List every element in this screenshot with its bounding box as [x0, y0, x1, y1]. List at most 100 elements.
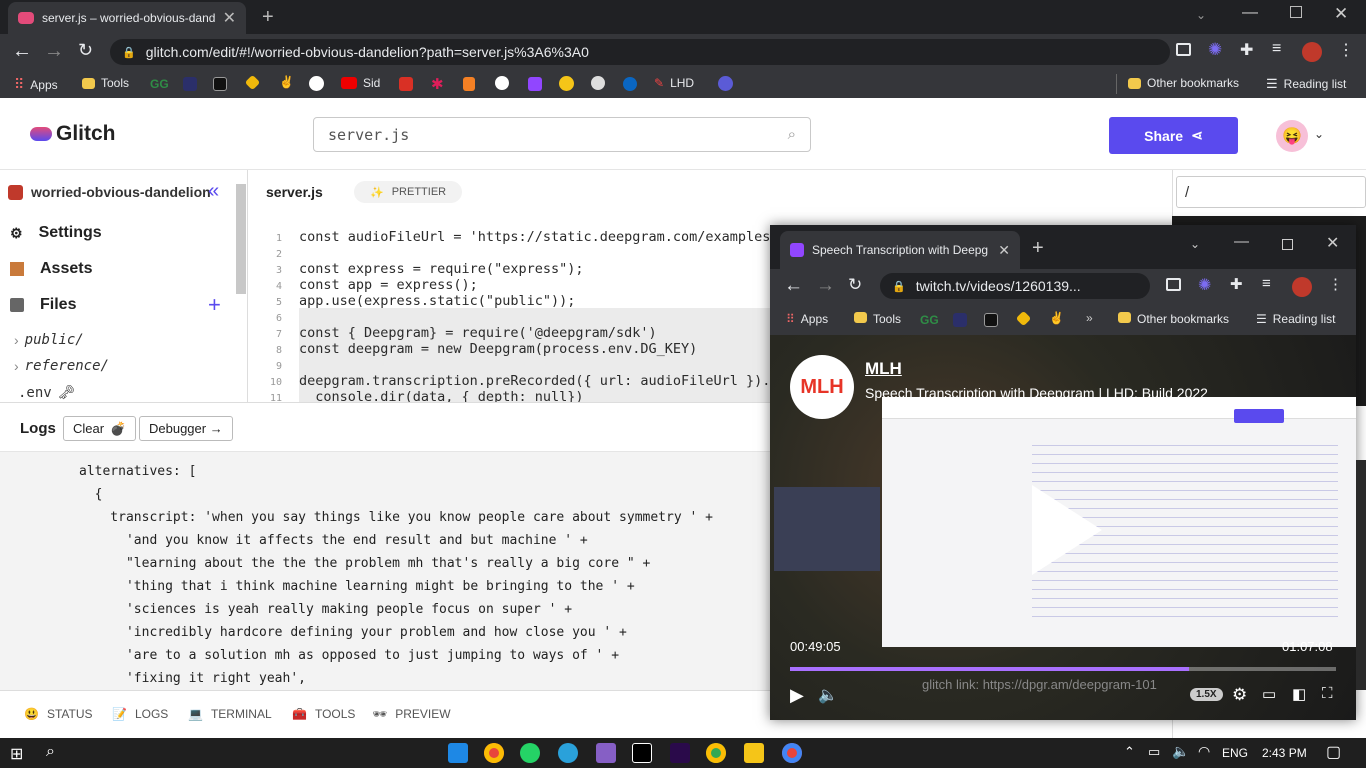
- reading-list[interactable]: ☰ Reading list: [1266, 76, 1346, 92]
- page-scrollbar[interactable]: [1356, 460, 1366, 690]
- premiere-icon[interactable]: [670, 743, 690, 763]
- close-window-icon[interactable]: ✕: [1326, 233, 1339, 253]
- search-icon[interactable]: ⌕: [46, 743, 55, 761]
- clip-icon[interactable]: ▭: [1262, 685, 1276, 703]
- speaker-icon[interactable]: 🔈: [1172, 743, 1189, 760]
- chevron-down-icon[interactable]: ⌄: [1314, 127, 1324, 141]
- gmail-icon[interactable]: [399, 77, 413, 91]
- hackerrank-icon[interactable]: [213, 77, 227, 91]
- whatsapp-icon[interactable]: [520, 743, 540, 763]
- profile-avatar[interactable]: [1292, 277, 1312, 297]
- reading-list[interactable]: ☰ Reading list: [1256, 312, 1335, 326]
- settings-gear-icon[interactable]: ⚙: [1232, 685, 1247, 705]
- file-explorer-icon[interactable]: [744, 743, 764, 763]
- site-icon[interactable]: [953, 313, 967, 327]
- logs-button[interactable]: 📝 LOGS: [112, 707, 168, 721]
- chrome-menu-icon[interactable]: ⋮: [1328, 275, 1343, 293]
- forward-icon[interactable]: →: [44, 40, 64, 63]
- channel-name[interactable]: MLH: [865, 359, 902, 379]
- site-icon[interactable]: ✌: [279, 75, 294, 89]
- nav-settings[interactable]: ⚙ Settings: [10, 224, 102, 242]
- notifications-icon[interactable]: ▢: [1326, 742, 1341, 762]
- maximize-icon[interactable]: [1282, 239, 1293, 250]
- battery-icon[interactable]: ▭: [1148, 744, 1160, 760]
- tree-file-env[interactable]: .env 🗝: [18, 384, 76, 401]
- visual-studio-icon[interactable]: [596, 743, 616, 763]
- bookmark-sid[interactable]: Sid: [341, 76, 380, 90]
- site-icon[interactable]: [183, 77, 197, 91]
- chrome-icon[interactable]: [706, 743, 726, 763]
- windows-start-icon[interactable]: ⊞: [10, 744, 23, 764]
- geeks-icon[interactable]: GG: [150, 77, 169, 91]
- terminal-button[interactable]: 💻 TERMINAL: [188, 707, 272, 721]
- close-window-icon[interactable]: ✕: [1334, 4, 1348, 24]
- bookmark-apps[interactable]: ⠿ Apps: [14, 76, 58, 93]
- extension-gear-icon[interactable]: ✺: [1208, 40, 1222, 60]
- geeks-icon[interactable]: GG: [920, 313, 939, 327]
- bookmark-other[interactable]: Other bookmarks: [1118, 312, 1229, 326]
- reload-icon[interactable]: ↻: [848, 275, 862, 295]
- tab-search-icon[interactable]: ⌄: [1196, 8, 1206, 22]
- binance-icon[interactable]: [244, 74, 261, 91]
- forward-icon[interactable]: →: [816, 275, 835, 297]
- back-icon[interactable]: ←: [784, 275, 803, 297]
- bookmark-tools[interactable]: Tools: [854, 312, 901, 326]
- minimize-icon[interactable]: —: [1234, 233, 1249, 250]
- github-icon[interactable]: [309, 76, 324, 91]
- bookmark-lhd[interactable]: ✎ LHD: [654, 76, 694, 90]
- nav-assets[interactable]: Assets: [10, 260, 92, 278]
- playback-speed-badge[interactable]: 1.5X: [1190, 688, 1223, 701]
- file-search-input[interactable]: server.js ⌕: [313, 117, 811, 152]
- browser-tab[interactable]: server.js – worried-obvious-dandelion ✕: [8, 2, 246, 34]
- share-button[interactable]: Share ⋖: [1109, 117, 1238, 154]
- intellij-icon[interactable]: [632, 743, 652, 763]
- volume-icon[interactable]: 🔈: [818, 685, 838, 705]
- slack-icon[interactable]: ✱: [431, 75, 444, 93]
- site-icon[interactable]: ✌: [1049, 311, 1064, 325]
- tools-button[interactable]: 🧰 TOOLS: [292, 707, 355, 721]
- chevron-up-icon[interactable]: ⌃: [1124, 744, 1135, 760]
- telegram-icon[interactable]: [558, 743, 578, 763]
- media-queue-icon[interactable]: ≡: [1272, 40, 1281, 58]
- extensions-puzzle-icon[interactable]: ✚: [1230, 275, 1243, 293]
- profile-avatar[interactable]: [1302, 42, 1322, 62]
- site-icon[interactable]: [718, 76, 733, 91]
- channel-avatar[interactable]: MLH: [790, 355, 854, 419]
- sidebar-scrollbar[interactable]: [236, 184, 246, 294]
- minimize-icon[interactable]: —: [1242, 4, 1258, 22]
- extension-gear-icon[interactable]: ✺: [1198, 275, 1211, 295]
- close-tab-icon[interactable]: ✕: [998, 242, 1010, 259]
- bookmark-other[interactable]: Other bookmarks: [1128, 76, 1239, 90]
- twitch-icon[interactable]: [528, 77, 542, 91]
- vscode-icon[interactable]: [448, 743, 468, 763]
- clear-button[interactable]: Clear 💣: [63, 416, 137, 441]
- progress-track[interactable]: [790, 667, 1336, 671]
- new-tab-icon[interactable]: +: [262, 6, 274, 29]
- language-indicator[interactable]: ENG: [1222, 746, 1248, 760]
- wifi-icon[interactable]: ◠: [1198, 743, 1210, 760]
- fullscreen-icon[interactable]: ⛶: [1322, 685, 1333, 702]
- tab-server-js[interactable]: server.js: [266, 184, 323, 200]
- project-name[interactable]: worried-obvious-dandelion: [8, 184, 211, 200]
- site-icon[interactable]: [591, 76, 605, 90]
- cast-icon[interactable]: [1166, 278, 1181, 291]
- close-tab-icon[interactable]: ✕: [223, 8, 236, 28]
- popup-tab[interactable]: Speech Transcription with Deepg ✕: [780, 231, 1020, 269]
- video-player[interactable]: MLH MLH Speech Transcription with Deepgr…: [770, 335, 1356, 720]
- clock[interactable]: 2:43 PM: [1262, 746, 1307, 760]
- extensions-puzzle-icon[interactable]: ✚: [1240, 40, 1253, 60]
- binance-icon[interactable]: [1015, 310, 1032, 327]
- tab-search-icon[interactable]: ⌄: [1190, 237, 1200, 251]
- restore-icon[interactable]: [1290, 6, 1302, 18]
- omnibox[interactable]: 🔒 glitch.com/edit/#!/worried-obvious-dan…: [110, 39, 1170, 65]
- play-icon[interactable]: ▶: [790, 685, 804, 706]
- nav-files[interactable]: Files: [10, 296, 76, 314]
- bookmark-apps[interactable]: ⠿ Apps: [786, 312, 828, 326]
- collapse-sidebar-icon[interactable]: «: [208, 180, 219, 203]
- chrome-icon[interactable]: [782, 743, 802, 763]
- play-overlay-icon[interactable]: [1032, 485, 1102, 575]
- prettier-button[interactable]: ✨ PRETTIER: [354, 181, 463, 203]
- chrome-icon[interactable]: [484, 743, 504, 763]
- more-bookmarks-icon[interactable]: »: [1086, 311, 1093, 325]
- new-tab-icon[interactable]: +: [1032, 237, 1044, 260]
